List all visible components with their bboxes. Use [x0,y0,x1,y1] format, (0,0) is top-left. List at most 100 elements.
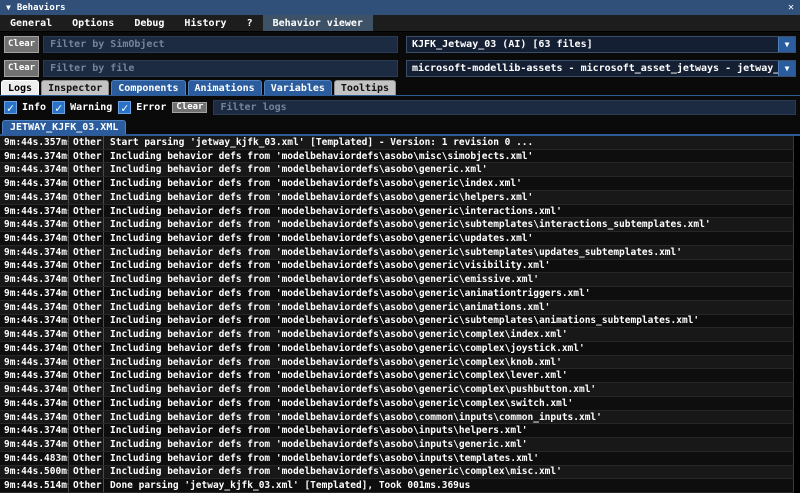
log-message-cell: Including behavior defs from 'modelbehav… [110,342,585,354]
log-row[interactable]: 9m:44s.374ms Other Including behavior defs… [0,232,794,246]
clear-simobject-filter-button[interactable]: Clear [4,36,40,53]
log-row[interactable]: 9m:44s.357ms Other Start parsing 'jetway_k… [0,136,794,150]
log-time-cell: 9m:44s.514ms [0,479,69,493]
tab-variables[interactable]: Variables [263,80,332,95]
log-message-cell: Including behavior defs from 'modelbehav… [110,356,562,368]
log-message-cell: Including behavior defs from 'modelbehav… [110,329,568,341]
log-message-cell: Including behavior defs from 'modelbehav… [110,178,522,190]
log-row[interactable]: 9m:44s.374ms Other Including behavior defs… [0,149,794,164]
log-message-cell: Including behavior defs from 'modelbehav… [110,315,700,327]
log-message-cell: Including behavior defs from 'modelbehav… [110,205,562,217]
log-type-cell: Other [69,424,104,438]
checkbox-group-info: ✓ Info [4,101,46,114]
chevron-down-icon[interactable]: ▼ [778,37,795,52]
log-row[interactable]: 9m:44s.374ms Other Including behavior defs… [0,410,794,425]
log-time-cell: 9m:44s.374ms [0,314,69,328]
log-row[interactable]: 9m:44s.374ms Other Including behavior defs… [0,287,794,301]
log-row[interactable]: 9m:44s.374ms Other Including behavior defs… [0,328,794,343]
menu-item-behavior-viewer[interactable]: Behavior viewer [262,15,373,31]
log-row[interactable]: 9m:44s.374ms Other Including behavior defs… [0,177,794,191]
log-table[interactable]: 9m:44s.357ms Other Start parsing 'jetway_k… [0,136,800,493]
log-row[interactable]: 9m:44s.374ms Other Including behavior defs… [0,163,794,178]
tab-logs[interactable]: Logs [1,80,40,95]
log-message-cell: Including behavior defs from 'modelbehav… [110,260,551,272]
menu-item-debug[interactable]: Debug [124,15,174,31]
file-dropdown[interactable]: microsoft-modellib-assets - microsoft_as… [406,60,796,77]
log-row[interactable]: 9m:44s.374ms Other Including behavior defs… [0,424,794,439]
log-type-cell: Other [69,232,104,245]
log-type-cell: Other [69,149,104,163]
log-time-cell: 9m:44s.374ms [0,149,69,163]
log-row[interactable]: 9m:44s.374ms Other Including behavior defs… [0,300,794,315]
tab-tooltips[interactable]: Tooltips [333,80,397,95]
warning-checkbox[interactable]: ✓ [52,101,66,114]
clear-logs-button[interactable]: Clear [172,102,208,113]
tab-animations[interactable]: Animations [187,80,262,95]
log-message-cell: Including behavior defs from 'modelbehav… [110,219,711,231]
simobject-dropdown[interactable]: KJFK_Jetway_03 (AI) [63 files] ▼ [406,36,796,53]
log-filter-input[interactable] [213,100,796,115]
log-row[interactable]: 9m:44s.374ms Other Including behavior defs… [0,342,794,356]
checkbox-group-error: ✓ Error [118,101,166,114]
warning-checkbox-label: Warning [70,102,113,113]
log-type-cell: Other [69,163,104,177]
log-type-cell: Other [69,245,104,259]
document-tab[interactable]: JETWAY_KJFK_03.XML [2,120,127,134]
log-row[interactable]: 9m:44s.514ms Other Done parsing 'jetway_kj… [0,479,794,493]
log-row[interactable]: 9m:44s.374ms Other Including behavior defs… [0,355,794,370]
info-checkbox-label: Info [22,102,47,113]
log-row[interactable]: 9m:44s.374ms Other Including behavior defs… [0,190,794,205]
error-checkbox[interactable]: ✓ [118,101,132,114]
log-type-cell: Other [69,369,104,383]
log-row[interactable]: 9m:44s.374ms Other Including behavior defs… [0,204,794,219]
menu-item-general[interactable]: General [0,15,62,31]
log-row[interactable]: 9m:44s.374ms Other Including behavior defs… [0,259,794,274]
log-row[interactable]: 9m:44s.374ms Other Including behavior defs… [0,245,794,260]
log-time-cell: 9m:44s.374ms [0,204,69,218]
severity-checkboxes: ✓ Info ✓ Warning ✓ Error [4,101,166,114]
log-time-cell: 9m:44s.374ms [0,190,69,204]
title-bar: ▼ Behaviors ✕ [0,0,800,15]
file-dropdown-value: microsoft-modellib-assets - microsoft_as… [412,63,778,74]
log-time-cell: 9m:44s.374ms [0,287,69,300]
log-type-cell: Other [69,342,104,355]
menu-item-[interactable]: ? [237,15,263,31]
log-type-cell: Other [69,438,104,451]
log-row[interactable]: 9m:44s.374ms Other Including behavior defs… [0,369,794,384]
log-row[interactable]: 9m:44s.374ms Other Including behavior defs… [0,383,794,397]
log-row[interactable]: 9m:44s.374ms Other Including behavior defs… [0,438,794,452]
menu-item-options[interactable]: Options [62,15,124,31]
log-time-cell: 9m:44s.500ms [0,465,69,479]
log-time-cell: 9m:44s.374ms [0,232,69,245]
log-type-cell: Other [69,204,104,218]
log-row[interactable]: 9m:44s.374ms Other Including behavior defs… [0,396,794,411]
clear-file-filter-button[interactable]: Clear [4,60,40,77]
collapse-icon[interactable]: ▼ [6,3,11,12]
close-icon[interactable]: ✕ [788,2,794,13]
menu-item-history[interactable]: History [174,15,236,31]
log-row[interactable]: 9m:44s.483ms Other Including behavior defs… [0,451,794,466]
log-message-cell: Including behavior defs from 'modelbehav… [110,370,568,382]
file-filter-input[interactable] [43,60,398,77]
log-row[interactable]: 9m:44s.374ms Other Including behavior defs… [0,218,794,233]
log-type-cell: Other [69,314,104,328]
tab-components[interactable]: Components [111,80,186,95]
log-message-cell: Including behavior defs from 'modelbehav… [110,191,534,203]
log-time-cell: 9m:44s.374ms [0,163,69,177]
log-row[interactable]: 9m:44s.374ms Other Including behavior defs… [0,314,794,329]
chevron-down-icon[interactable]: ▼ [778,61,795,76]
log-message-cell: Done parsing 'jetway_kjfk_03.xml' [Templ… [110,480,471,492]
log-type-cell: Other [69,287,104,300]
log-row[interactable]: 9m:44s.500ms Other Including behavior defs… [0,465,794,480]
log-time-cell: 9m:44s.374ms [0,177,69,190]
simobject-filter-input[interactable] [43,36,398,53]
log-message-cell: Including behavior defs from 'modelbehav… [110,397,574,409]
log-type-cell: Other [69,328,104,342]
tab-inspector[interactable]: Inspector [41,80,110,95]
info-checkbox[interactable]: ✓ [4,101,17,114]
view-tabs: Logs Inspector Components Animations Variabl… [0,80,800,96]
log-row[interactable]: 9m:44s.374ms Other Including behavior defs… [0,273,794,288]
log-message-cell: Including behavior defs from 'modelbehav… [110,164,488,176]
log-message-cell: Including behavior defs from 'modelbehav… [110,384,597,396]
log-message-cell: Including behavior defs from 'modelbehav… [110,425,528,437]
